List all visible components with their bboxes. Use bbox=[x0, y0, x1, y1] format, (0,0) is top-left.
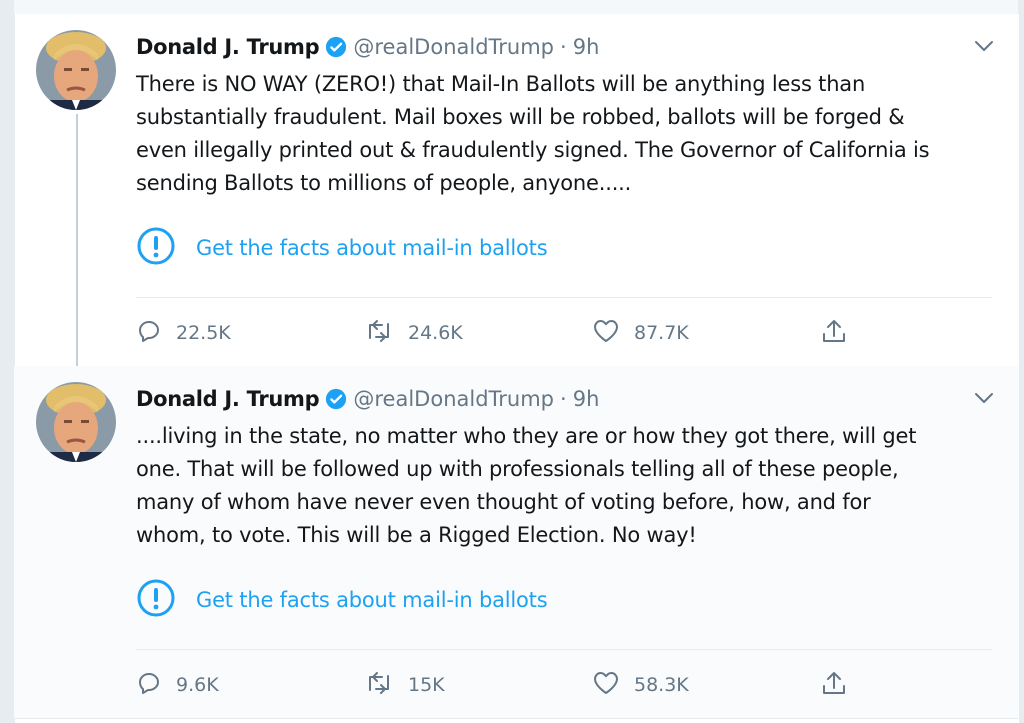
chevron-down-icon[interactable] bbox=[974, 390, 994, 409]
thread-connector-line bbox=[76, 114, 78, 380]
share-icon bbox=[820, 669, 848, 702]
reply-count: 9.6K bbox=[176, 674, 219, 696]
tweet-timestamp[interactable]: 9h bbox=[573, 387, 600, 411]
share-button[interactable] bbox=[820, 668, 848, 702]
tweet-timestamp[interactable]: 9h bbox=[573, 35, 600, 59]
tweet-text-line: ....living in the state, no matter who t… bbox=[136, 424, 917, 448]
author-name[interactable]: Donald J. Trump bbox=[136, 387, 320, 411]
fact-check-link[interactable]: Get the facts about mail-in ballots bbox=[136, 578, 548, 622]
reply-button[interactable]: 9.6K bbox=[136, 668, 219, 702]
exclamation-circle-icon bbox=[136, 578, 176, 622]
comment-icon bbox=[136, 318, 162, 349]
exclamation-circle-icon bbox=[136, 226, 176, 270]
panel-bottom-border bbox=[14, 718, 1018, 719]
tweet-text-line: There is NO WAY (ZERO!) that Mail-In Bal… bbox=[136, 72, 866, 96]
like-count: 58.3K bbox=[634, 674, 689, 696]
tweet-text-line: substantially fraudulent. Mail boxes wil… bbox=[136, 105, 905, 129]
retweet-icon bbox=[364, 318, 394, 349]
retweet-count: 24.6K bbox=[408, 322, 463, 344]
avatar[interactable] bbox=[36, 382, 116, 462]
tweet-text-line: sending Ballots to millions of people, a… bbox=[136, 171, 632, 195]
fact-check-link[interactable]: Get the facts about mail-in ballots bbox=[136, 226, 548, 270]
heart-icon bbox=[592, 318, 620, 349]
tweet-header: Donald J. Trump @realDonaldTrump · 9h bbox=[136, 32, 996, 62]
retweet-icon bbox=[364, 670, 394, 701]
divider bbox=[136, 649, 992, 650]
author-handle[interactable]: @realDonaldTrump bbox=[353, 35, 554, 59]
tweet-header: Donald J. Trump @realDonaldTrump · 9h bbox=[136, 384, 996, 414]
fact-check-label[interactable]: Get the facts about mail-in ballots bbox=[196, 588, 548, 612]
tweet-text-line: one. That will be followed up with profe… bbox=[136, 457, 899, 481]
comment-icon bbox=[136, 670, 162, 701]
verified-badge-icon bbox=[325, 36, 347, 58]
tweet-text-line: even illegally printed out & fraudulentl… bbox=[136, 138, 930, 162]
verified-badge-icon bbox=[325, 388, 347, 410]
tweet[interactable]: Donald J. Trump @realDonaldTrump · 9h Th… bbox=[14, 14, 1018, 380]
tweet-text-line: many of whom have never even thought of … bbox=[136, 490, 871, 514]
tweet-text-line: whom, to vote. This will be a Rigged Ele… bbox=[136, 523, 697, 547]
reply-button[interactable]: 22.5K bbox=[136, 316, 231, 350]
retweet-button[interactable]: 15K bbox=[364, 668, 445, 702]
tweet-actions: 9.6K 15K 58.3K bbox=[136, 668, 992, 702]
separator-dot: · bbox=[560, 387, 567, 411]
fact-check-label[interactable]: Get the facts about mail-in ballots bbox=[196, 236, 548, 260]
like-button[interactable]: 87.7K bbox=[592, 316, 689, 350]
divider bbox=[136, 297, 992, 298]
like-button[interactable]: 58.3K bbox=[592, 668, 689, 702]
chevron-down-icon[interactable] bbox=[974, 38, 994, 57]
like-count: 87.7K bbox=[634, 322, 689, 344]
tweet-actions: 22.5K 24.6K 87.7K bbox=[136, 316, 992, 350]
retweet-button[interactable]: 24.6K bbox=[364, 316, 463, 350]
author-name[interactable]: Donald J. Trump bbox=[136, 35, 320, 59]
tweet-text: There is NO WAY (ZERO!) that Mail-In Bal… bbox=[136, 68, 1006, 200]
author-handle[interactable]: @realDonaldTrump bbox=[353, 387, 554, 411]
retweet-count: 15K bbox=[408, 674, 445, 696]
tweet-text: ....living in the state, no matter who t… bbox=[136, 420, 1006, 552]
separator-dot: · bbox=[560, 35, 567, 59]
share-icon bbox=[820, 317, 848, 350]
share-button[interactable] bbox=[820, 316, 848, 350]
tweet[interactable]: Donald J. Trump @realDonaldTrump · 9h ..… bbox=[14, 366, 1018, 718]
heart-icon bbox=[592, 670, 620, 701]
timeline-top-band bbox=[14, 0, 1018, 14]
avatar[interactable] bbox=[36, 30, 116, 110]
reply-count: 22.5K bbox=[176, 322, 231, 344]
